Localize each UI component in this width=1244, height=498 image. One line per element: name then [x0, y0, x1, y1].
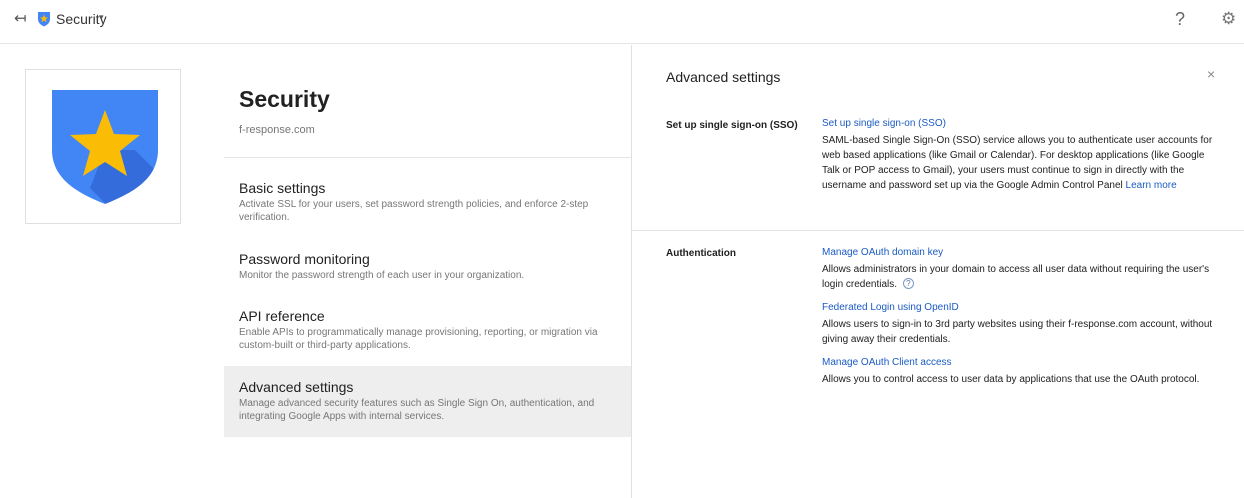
nav-item-password-monitoring[interactable]: Password monitoring Monitor the password… — [224, 251, 632, 287]
security-shield-icon — [38, 12, 50, 27]
divider — [632, 230, 1244, 231]
nav-item-api-reference[interactable]: API reference Enable APIs to programmati… — [224, 308, 632, 358]
nav-item-description: Manage advanced security features such a… — [239, 398, 595, 422]
nav-item-label: API reference — [239, 308, 325, 324]
item-description: Allows users to sign-in to 3rd party web… — [822, 319, 1213, 345]
sso-description: SAML-based Single Sign-On (SSO) service … — [822, 133, 1222, 193]
divider — [224, 157, 632, 158]
sso-section-content: Set up single sign-on (SSO) SAML-based S… — [822, 118, 1222, 193]
back-arrow-icon[interactable]: ↤ — [14, 9, 27, 27]
nav-item-label: Password monitoring — [239, 251, 370, 267]
chevron-down-icon[interactable]: ▾ — [99, 12, 104, 23]
authentication-section-content: Manage OAuth domain key Allows administr… — [822, 247, 1222, 397]
manage-oauth-domain-key-link[interactable]: Manage OAuth domain key — [822, 247, 1222, 258]
authentication-section-label: Authentication — [666, 248, 736, 259]
item-description-text: Allows administrators in your domain to … — [822, 264, 1210, 290]
setup-sso-link[interactable]: Set up single sign-on (SSO) — [822, 118, 1222, 129]
item-description: Allows you to control access to user dat… — [822, 374, 1200, 385]
security-shield-logo-icon — [52, 90, 158, 204]
close-icon[interactable]: × — [1207, 66, 1215, 82]
nav-item-basic-settings[interactable]: Basic settings Activate SSL for your use… — [224, 180, 632, 230]
advanced-settings-panel: Advanced settings × Set up single sign-o… — [631, 45, 1244, 498]
panel-title: Advanced settings — [666, 69, 781, 85]
nav-item-description: Enable APIs to programmatically manage p… — [239, 327, 598, 351]
page-title: Security — [239, 86, 330, 112]
help-icon[interactable]: ? — [1175, 9, 1185, 30]
list-item: Manage OAuth Client access Allows you to… — [822, 357, 1222, 387]
nav-item-description: Activate SSL for your users, set passwor… — [239, 199, 589, 223]
item-description: Allows administrators in your domain to … — [822, 262, 1222, 292]
help-circle-icon[interactable]: ? — [902, 278, 914, 289]
gear-icon[interactable]: ⚙ — [1221, 9, 1236, 29]
list-item: Federated Login using OpenID Allows user… — [822, 302, 1222, 347]
nav-item-label: Advanced settings — [239, 379, 354, 395]
nav-item-description: Monitor the password strength of each us… — [239, 270, 525, 281]
list-item: Manage OAuth domain key Allows administr… — [822, 247, 1222, 292]
nav-item-advanced-settings[interactable]: Advanced settings Manage advanced securi… — [224, 366, 632, 437]
security-logo-card — [25, 69, 181, 224]
top-bar: ↤ Security ▾ ? ⚙ — [0, 0, 1244, 44]
learn-more-link[interactable]: Learn more — [1126, 180, 1177, 191]
nav-item-label: Basic settings — [239, 180, 326, 196]
domain-label: f-response.com — [239, 124, 315, 136]
sso-section-label: Set up single sign-on (SSO) — [666, 120, 798, 131]
manage-oauth-client-access-link[interactable]: Manage OAuth Client access — [822, 357, 1222, 368]
federated-login-openid-link[interactable]: Federated Login using OpenID — [822, 302, 1222, 313]
